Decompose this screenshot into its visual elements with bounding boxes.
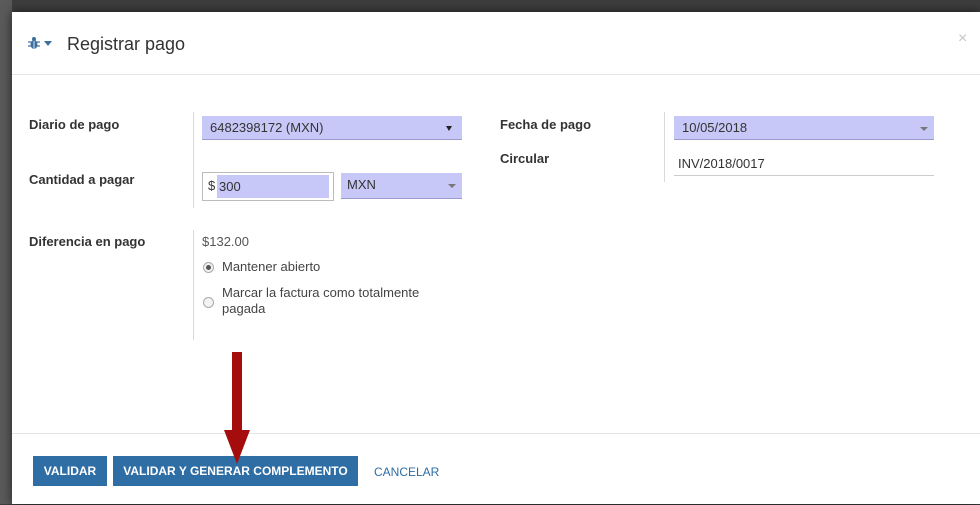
column-divider [664,112,665,182]
currency-value: MXN [347,177,376,192]
column-divider [193,112,194,208]
difference-amount: $132.00 [202,234,249,249]
mark-fully-paid-label-line2: pagada [222,301,266,316]
mark-fully-paid-label[interactable]: Marcar la factura como totalmente pagada [222,285,419,317]
payment-difference-label: Diferencia en pago [29,234,146,249]
payment-date-label: Fecha de pago [500,117,592,132]
background-window [0,0,12,504]
payment-journal-label: Diario de pago [29,117,120,132]
caret-down-icon [448,184,456,188]
memo-input[interactable]: INV/2018/0017 [674,152,934,176]
payment-journal-select[interactable]: 6482398172 (MXN) [202,116,462,140]
amount-label: Cantidad a pagar [29,172,135,187]
validate-button[interactable]: VALIDAR [33,456,107,486]
cancel-button[interactable]: CANCELAR [374,465,439,479]
mark-fully-paid-radio[interactable] [203,297,214,308]
register-payment-dialog: Registrar pago × Diario de pago Cantidad… [12,12,980,504]
amount-input[interactable] [217,175,329,198]
payment-date-value: 10/05/2018 [682,120,748,135]
payment-date-field[interactable]: 10/05/2018 [674,116,934,140]
caret-down-icon[interactable] [44,41,52,46]
currency-select[interactable]: MXN [341,173,462,199]
memo-value: INV/2018/0017 [678,156,765,171]
dialog-footer: VALIDAR VALIDAR Y GENERAR COMPLEMENTO CA… [12,433,980,505]
dialog-header: Registrar pago × [12,12,980,75]
keep-open-label[interactable]: Mantener abierto [222,259,320,275]
memo-label: Circular [500,151,550,166]
arrow-down-icon [224,352,250,464]
keep-open-radio[interactable] [203,262,214,273]
currency-symbol: $ [208,178,216,193]
dialog-title: Registrar pago [67,34,186,54]
column-divider [193,230,194,340]
close-icon[interactable]: × [958,30,967,48]
mark-fully-paid-label-line1: Marcar la factura como totalmente [222,285,420,300]
bug-icon[interactable] [28,36,40,50]
payment-journal-value: 6482398172 (MXN) [210,120,324,135]
amount-field: $ [202,172,334,201]
caret-down-icon [446,126,452,131]
caret-down-icon [920,127,928,131]
